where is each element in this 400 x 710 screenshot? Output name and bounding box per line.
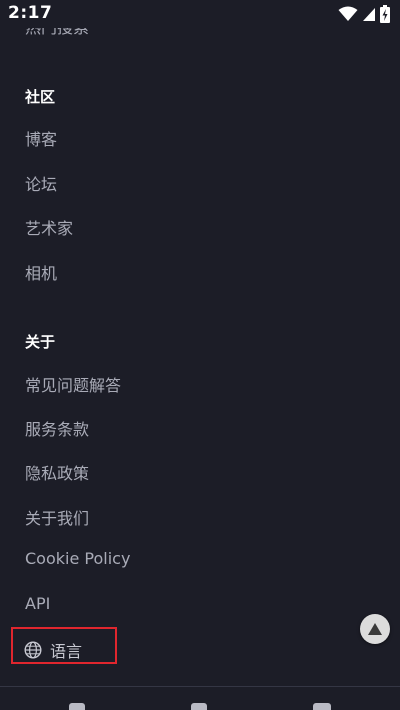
link-about-us[interactable]: 关于我们 — [25, 505, 89, 529]
instagram-icon[interactable] — [191, 703, 207, 710]
footer-divider — [0, 686, 400, 687]
link-cookie-policy[interactable]: Cookie Policy — [25, 549, 130, 568]
status-bar: 2:17 — [0, 0, 400, 28]
signal-icon — [363, 8, 375, 21]
wifi-icon — [338, 6, 358, 21]
app-screen: 2:17 热门搜索 社区 博客 论坛 艺术家 相机 关于 常见问题解答 服务条款… — [0, 0, 400, 710]
facebook-icon[interactable] — [69, 703, 85, 710]
link-terms[interactable]: 服务条款 — [25, 416, 89, 440]
link-blog[interactable]: 博客 — [25, 126, 57, 150]
arrow-up-icon — [368, 623, 382, 635]
language-button[interactable]: 语言 — [24, 638, 82, 662]
status-icons — [334, 5, 390, 23]
link-artists[interactable]: 艺术家 — [25, 215, 73, 239]
link-cameras[interactable]: 相机 — [25, 260, 57, 284]
twitter-icon[interactable] — [313, 703, 331, 710]
section-heading-about: 关于 — [25, 333, 56, 351]
battery-charging-icon — [380, 5, 390, 23]
status-time: 2:17 — [8, 3, 53, 23]
link-faq[interactable]: 常见问题解答 — [25, 372, 121, 396]
globe-icon — [24, 641, 42, 659]
link-privacy[interactable]: 隐私政策 — [25, 460, 89, 484]
section-heading-community: 社区 — [25, 88, 56, 106]
link-api[interactable]: API — [25, 594, 50, 613]
language-label: 语言 — [50, 642, 83, 661]
link-forum[interactable]: 论坛 — [25, 171, 57, 195]
scroll-to-top-button[interactable] — [360, 614, 390, 644]
